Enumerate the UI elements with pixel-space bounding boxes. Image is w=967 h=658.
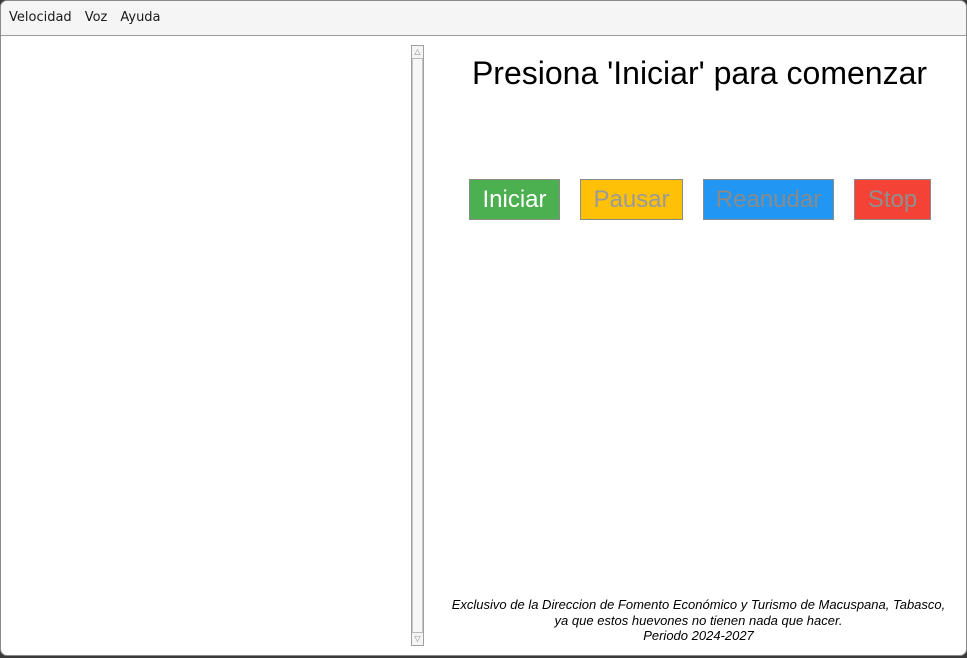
scroll-up-arrow-icon[interactable]: △ bbox=[412, 46, 423, 59]
menu-ayuda[interactable]: Ayuda bbox=[114, 1, 166, 35]
menu-bar: Velocidad Voz Ayuda bbox=[1, 1, 966, 36]
resume-button[interactable]: Reanudar bbox=[703, 179, 834, 220]
footer-line-1: Exclusivo de la Direccion de Fomento Eco… bbox=[451, 597, 946, 612]
menu-velocidad[interactable]: Velocidad bbox=[3, 1, 78, 35]
menu-voz[interactable]: Voz bbox=[79, 1, 114, 35]
scroll-thumb[interactable] bbox=[412, 59, 423, 632]
start-button[interactable]: Iniciar bbox=[469, 179, 560, 220]
footer-line-2: ya que estos huevones no tienen nada que… bbox=[554, 612, 843, 628]
footer-credits: Exclusivo de la Direccion de Fomento Eco… bbox=[431, 597, 966, 644]
stop-button[interactable]: Stop bbox=[854, 179, 931, 220]
scroll-down-arrow-icon[interactable]: ▽ bbox=[412, 632, 423, 645]
vertical-scrollbar[interactable]: △ ▽ bbox=[411, 45, 424, 646]
text-display-area[interactable] bbox=[2, 37, 410, 649]
app-window: Velocidad Voz Ayuda △ ▽ Presiona 'Inicia… bbox=[0, 0, 967, 656]
pause-button[interactable]: Pausar bbox=[580, 179, 683, 220]
page-title: Presiona 'Iniciar' para comenzar bbox=[471, 55, 928, 91]
footer-line-3: Periodo 2024-2027 bbox=[643, 628, 754, 643]
